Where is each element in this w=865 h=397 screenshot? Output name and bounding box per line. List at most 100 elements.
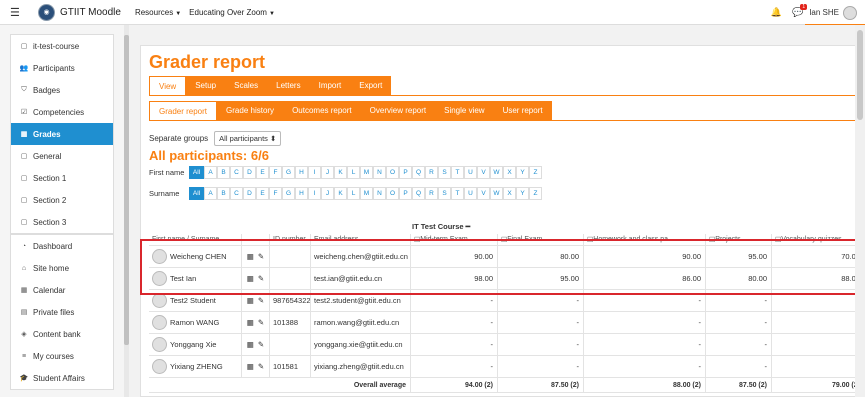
course-menu[interactable]: Educating Over Zoom ▼ — [189, 8, 275, 17]
letter-filter-k[interactable]: K — [334, 166, 347, 179]
sidebar-item-section-1[interactable]: ▢ Section 1 — [11, 167, 113, 189]
student-name[interactable]: Ramon WANG — [170, 318, 219, 327]
grade-cell[interactable]: - — [411, 312, 498, 333]
page-scrollbar-thumb[interactable] — [857, 30, 863, 120]
pencil-icon[interactable]: ✎ — [258, 318, 264, 327]
tab-letters[interactable]: Letters — [267, 76, 310, 95]
letter-filter-l[interactable]: L — [347, 187, 360, 200]
tab-export[interactable]: Export — [350, 76, 392, 95]
hamburger-menu-icon[interactable]: ☰ — [10, 6, 24, 19]
letter-filter-d[interactable]: D — [243, 187, 256, 200]
letter-filter-c[interactable]: C — [230, 187, 243, 200]
grade-cell[interactable]: - — [706, 356, 772, 377]
letter-filter-u[interactable]: U — [464, 166, 477, 179]
tab-overview-report[interactable]: Overview report — [360, 101, 436, 120]
grade-table-icon[interactable]: ▦ — [247, 296, 254, 305]
sidebar-item-site-home[interactable]: ⌂ Site home — [11, 257, 113, 279]
tab-grade-history[interactable]: Grade history — [217, 101, 284, 120]
letter-filter-w[interactable]: W — [490, 166, 503, 179]
grade-cell[interactable]: - — [498, 334, 584, 355]
letter-filter-s[interactable]: S — [438, 166, 451, 179]
grade-cell[interactable]: - — [498, 312, 584, 333]
letter-filter-x[interactable]: X — [503, 166, 516, 179]
letter-filter-b[interactable]: B — [217, 187, 230, 200]
letter-filter-o[interactable]: O — [386, 166, 399, 179]
letter-filter-b[interactable]: B — [217, 166, 230, 179]
letter-filter-f[interactable]: F — [269, 166, 282, 179]
separate-groups-select[interactable]: All participants ⬍ — [214, 131, 282, 146]
student-name[interactable]: Test2 Student — [170, 296, 216, 305]
tab-single-view[interactable]: Single view — [435, 101, 494, 120]
tab-outcomes-report[interactable]: Outcomes report — [283, 101, 361, 120]
student-name-cell[interactable]: Yixiang ZHENG — [149, 356, 242, 377]
grade-cell[interactable]: - — [706, 334, 772, 355]
letter-filter-h[interactable]: H — [295, 187, 308, 200]
letter-filter-m[interactable]: M — [360, 166, 373, 179]
letter-filter-v[interactable]: V — [477, 166, 490, 179]
tab-scales[interactable]: Scales — [225, 76, 268, 95]
grade-cell[interactable]: - — [772, 312, 865, 333]
letter-filter-y[interactable]: Y — [516, 187, 529, 200]
collapse-icon[interactable]: ━ — [466, 222, 471, 231]
letter-filter-q[interactable]: Q — [412, 166, 425, 179]
letter-filter-s[interactable]: S — [438, 187, 451, 200]
grade-cell[interactable]: - — [772, 334, 865, 355]
letter-filter-r[interactable]: R — [425, 166, 438, 179]
sidebar-item-private-files[interactable]: ▤ Private files — [11, 301, 113, 323]
grade-cell[interactable]: - — [411, 334, 498, 355]
user-name[interactable]: Ian SHE — [809, 8, 839, 17]
letter-filter-p[interactable]: P — [399, 187, 412, 200]
letter-filter-t[interactable]: T — [451, 187, 464, 200]
sidebar-item-general[interactable]: ▢ General — [11, 145, 113, 167]
letter-filter-l[interactable]: L — [347, 166, 360, 179]
sidebar-item-participants[interactable]: 👥 Participants — [11, 57, 113, 79]
letter-filter-a[interactable]: A — [204, 187, 217, 200]
tab-import[interactable]: Import — [309, 76, 351, 95]
sidebar-item-badges[interactable]: ⛉ Badges — [11, 79, 113, 101]
tab-view[interactable]: View — [149, 76, 187, 95]
letter-filter-p[interactable]: P — [399, 166, 412, 179]
letter-filter-i[interactable]: I — [308, 166, 321, 179]
sidebar-item-competencies[interactable]: ☑ Competencies — [11, 101, 113, 123]
sidebar-item-content-bank[interactable]: ◈ Content bank — [11, 323, 113, 345]
student-name[interactable]: Yixiang ZHENG — [170, 362, 223, 371]
letter-filter-u[interactable]: U — [464, 187, 477, 200]
student-name-cell[interactable]: Yonggang Xie — [149, 334, 242, 355]
letter-filter-a[interactable]: A — [204, 166, 217, 179]
letter-filter-z[interactable]: Z — [529, 166, 542, 179]
tab-user-report[interactable]: User report — [493, 101, 552, 120]
letter-filter-all[interactable]: All — [189, 166, 204, 179]
letter-filter-n[interactable]: N — [373, 187, 386, 200]
letter-filter-n[interactable]: N — [373, 166, 386, 179]
grade-cell[interactable]: - — [584, 334, 706, 355]
tab-grader-report[interactable]: Grader report — [149, 101, 218, 120]
letter-filter-k[interactable]: K — [334, 187, 347, 200]
sidebar-item-grades[interactable]: ▦ Grades — [11, 123, 113, 145]
grade-table-icon[interactable]: ▦ — [247, 318, 254, 327]
sidebar-item-section-3[interactable]: ▢ Section 3 — [11, 211, 113, 233]
letter-filter-z[interactable]: Z — [529, 187, 542, 200]
letter-filter-i[interactable]: I — [308, 187, 321, 200]
grade-cell[interactable]: - — [584, 312, 706, 333]
letter-filter-d[interactable]: D — [243, 166, 256, 179]
student-name-cell[interactable]: Ramon WANG — [149, 312, 242, 333]
grade-table-icon[interactable]: ▦ — [247, 362, 254, 371]
grade-cell[interactable]: - — [498, 356, 584, 377]
pencil-icon[interactable]: ✎ — [258, 340, 264, 349]
grade-cell[interactable]: - — [706, 312, 772, 333]
sidebar-item-dashboard[interactable]: ◔ Dashboard — [11, 235, 113, 257]
letter-filter-g[interactable]: G — [282, 187, 295, 200]
sidebar-item-calendar[interactable]: ▦ Calendar — [11, 279, 113, 301]
letter-filter-o[interactable]: O — [386, 187, 399, 200]
letter-filter-x[interactable]: X — [503, 187, 516, 200]
sidebar-item-my-courses[interactable]: ≡ My courses — [11, 345, 113, 367]
grade-cell[interactable]: - — [411, 356, 498, 377]
sidebar-item-it-test-course[interactable]: ▢ it-test-course — [11, 35, 113, 57]
bell-icon[interactable]: 🔔 — [771, 7, 782, 18]
letter-filter-r[interactable]: R — [425, 187, 438, 200]
sidebar-item-section-2[interactable]: ▢ Section 2 — [11, 189, 113, 211]
pencil-icon[interactable]: ✎ — [258, 362, 264, 371]
site-logo[interactable]: ◉ — [38, 3, 55, 21]
grade-cell[interactable]: - — [584, 356, 706, 377]
grade-cell[interactable]: - — [772, 356, 865, 377]
